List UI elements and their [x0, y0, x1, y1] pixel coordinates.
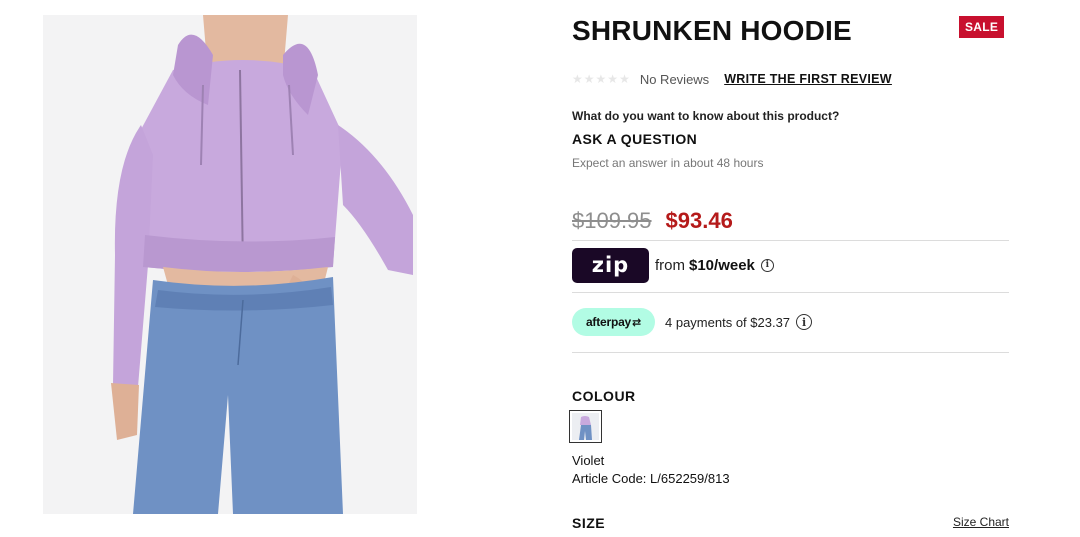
afterpay-arrows-icon: ⇄: [632, 316, 642, 329]
question-prompt: What do you want to know about this prod…: [572, 109, 840, 123]
article-code: Article Code: L/652259/813: [572, 471, 730, 486]
star-icon: ★: [595, 72, 607, 86]
zip-amount: $10/week: [689, 256, 755, 274]
zip-from-text: from: [655, 256, 685, 274]
zip-logo-text: zip: [591, 253, 630, 277]
reviews-row: ★ ★ ★ ★ ★ No Reviews WRITE THE FIRST REV…: [572, 71, 892, 87]
product-title: SHRUNKEN HOODIE: [572, 15, 852, 46]
star-icon: ★: [583, 72, 595, 86]
divider: [572, 240, 1009, 241]
sale-price: $93.46: [665, 208, 733, 233]
zip-payment-row: zip from $10/week i: [572, 247, 774, 283]
write-review-link[interactable]: WRITE THE FIRST REVIEW: [724, 72, 892, 86]
info-icon[interactable]: i: [796, 314, 813, 330]
size-label: SIZE: [572, 515, 606, 531]
selected-colour-name: Violet: [572, 453, 605, 468]
size-chart-link[interactable]: Size Chart: [953, 515, 1009, 529]
colour-label: COLOUR: [572, 388, 636, 404]
divider: [572, 352, 1009, 353]
zip-logo: zip: [572, 247, 649, 283]
star-icon: ★: [619, 72, 630, 86]
rating-stars: ★ ★ ★ ★ ★: [572, 73, 630, 85]
price-row: $109.95 $93.46: [572, 208, 733, 234]
product-info-panel: SHRUNKEN HOODIE SALE ★ ★ ★ ★ ★ No Review…: [569, 0, 1009, 537]
original-price: $109.95: [572, 208, 652, 233]
sale-badge: SALE: [959, 16, 1005, 38]
afterpay-payments-text: 4 payments of $23.37: [665, 314, 791, 330]
no-reviews-text: No Reviews: [639, 71, 710, 87]
colour-swatch-violet[interactable]: [569, 410, 602, 443]
divider: [572, 292, 1009, 293]
star-icon: ★: [607, 72, 619, 86]
product-image[interactable]: [43, 15, 417, 514]
afterpay-logo-text: afterpay: [585, 315, 632, 329]
star-icon: ★: [572, 72, 583, 86]
product-photo: [43, 15, 417, 514]
ask-question-link[interactable]: ASK A QUESTION: [572, 131, 697, 147]
info-icon[interactable]: i: [760, 258, 774, 272]
afterpay-logo: afterpay ⇄: [572, 308, 655, 336]
afterpay-row: afterpay ⇄ 4 payments of $23.37 i: [572, 308, 813, 336]
answer-time-text: Expect an answer in about 48 hours: [572, 156, 764, 170]
swatch-thumbnail: [572, 413, 599, 440]
